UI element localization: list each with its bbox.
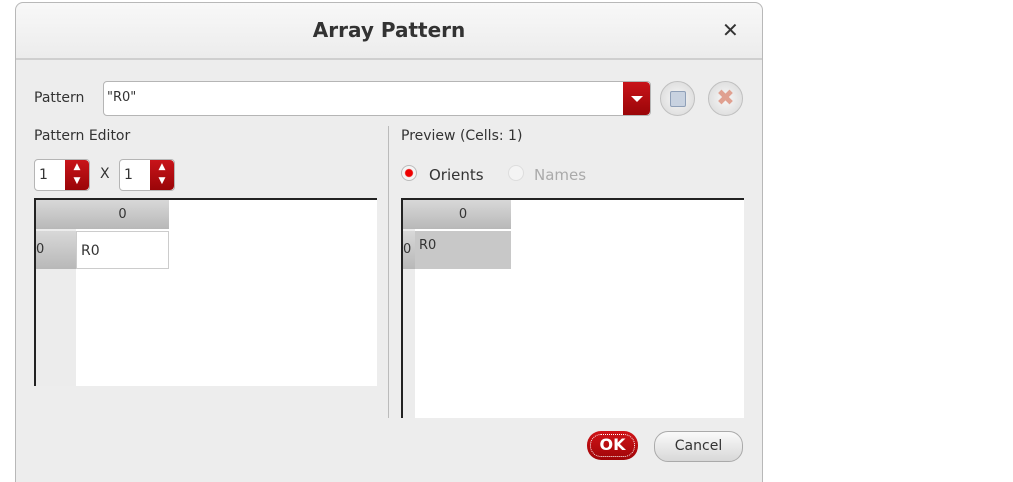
pattern-label: Pattern — [34, 90, 85, 106]
orients-label[interactable]: Orients — [429, 166, 484, 184]
delete-icon: ✖ — [716, 86, 735, 111]
column-header: 0 — [403, 200, 511, 229]
rows-stepper-buttons[interactable]: ▲ ▼ — [65, 160, 89, 190]
close-icon[interactable]: ✕ — [722, 18, 739, 42]
names-radio[interactable] — [508, 165, 524, 181]
x-label: X — [100, 166, 110, 182]
column-header-label: 0 — [118, 207, 127, 222]
cancel-button[interactable]: Cancel — [654, 431, 743, 462]
cols-stepper-buttons[interactable]: ▲ ▼ — [150, 160, 174, 190]
column-header: 0 — [36, 200, 169, 229]
preview-label: Preview (Cells: 1) — [401, 128, 523, 144]
names-label[interactable]: Names — [534, 166, 586, 184]
row-header: 0 — [403, 231, 415, 269]
dialog-title: Array Pattern — [312, 18, 466, 42]
preview-cell: R0 — [415, 231, 511, 269]
ok-button[interactable]: OK — [587, 431, 638, 460]
column-header-label: 0 — [458, 207, 468, 222]
save-icon — [670, 91, 686, 107]
pattern-editor-label: Pattern Editor — [34, 128, 131, 144]
cols-value: 1 — [124, 167, 133, 183]
array-pattern-dialog: Array Pattern ✕ Pattern "R0" ✖ Pattern E… — [15, 2, 763, 482]
pattern-value: "R0" — [107, 90, 137, 105]
cols-spinner[interactable]: 1 ▲ ▼ — [119, 159, 175, 191]
chevron-down-icon — [631, 96, 643, 102]
title-bar: Array Pattern ✕ — [16, 3, 762, 60]
delete-pattern-button[interactable]: ✖ — [708, 81, 743, 116]
table-cell[interactable]: R0 — [76, 231, 169, 269]
row-header: 0 — [36, 231, 76, 269]
orients-radio[interactable] — [401, 165, 417, 181]
preview-table: 0 0 R0 — [401, 198, 744, 418]
rows-spinner[interactable]: 1 ▲ ▼ — [34, 159, 90, 191]
divider — [388, 126, 389, 418]
pattern-editor-table[interactable]: 0 0 R0 — [34, 198, 377, 386]
save-pattern-button[interactable] — [660, 81, 695, 116]
rows-value: 1 — [39, 167, 48, 183]
dropdown-button[interactable] — [623, 82, 650, 115]
pattern-combobox[interactable]: "R0" — [103, 81, 651, 116]
